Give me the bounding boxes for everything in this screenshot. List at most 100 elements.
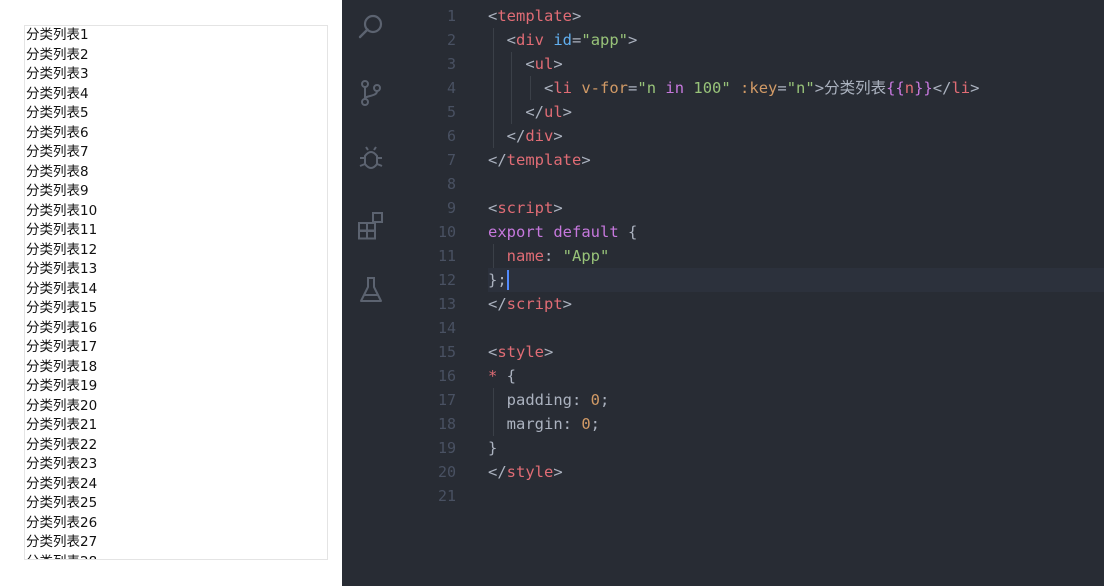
activity-bar <box>342 0 400 586</box>
list-item: 分类列表15 <box>26 300 98 316</box>
code-token: {{ <box>886 79 905 97</box>
line-number: 4 <box>446 79 456 97</box>
source-control-icon[interactable] <box>356 78 386 108</box>
testing-icon[interactable] <box>356 275 386 305</box>
code-token: > <box>553 463 563 481</box>
code-token: > <box>572 7 582 25</box>
code-token: < <box>488 7 498 25</box>
debug-icon[interactable] <box>356 144 386 174</box>
code-line[interactable] <box>488 172 1104 196</box>
code-token: "App" <box>562 247 610 265</box>
code-token: ; <box>600 391 610 409</box>
code-token: :key <box>740 79 778 97</box>
list-item: 分类列表12 <box>26 241 98 258</box>
list-item: 分类列表10 <box>26 202 98 219</box>
search-icon[interactable] <box>356 12 386 42</box>
code-line[interactable]: padding: 0; <box>488 388 1104 412</box>
code-token: n <box>904 79 915 97</box>
list-item: 分类列表16 <box>26 319 98 336</box>
list-item: 分类列表7 <box>26 144 89 160</box>
list-item: 分类列表13 <box>26 261 98 277</box>
code-line[interactable]: margin: 0; <box>488 412 1104 436</box>
code-line[interactable]: } <box>488 436 1104 460</box>
line-number: 8 <box>446 175 456 193</box>
code-line[interactable]: <li v-for="n in 100" :key="n">分类列表{{n}}<… <box>488 76 1104 100</box>
line-number: 13 <box>437 295 456 313</box>
list-item: 分类列表21 <box>26 417 98 433</box>
list-item: 分类列表6 <box>26 124 89 141</box>
code-token: }; <box>488 271 507 289</box>
list-item: 分类列表23 <box>26 456 98 472</box>
indent-guide <box>492 244 494 268</box>
code-line[interactable]: * { <box>488 364 1104 388</box>
code-token: > <box>581 151 591 169</box>
code-token: > <box>562 103 573 121</box>
extensions-icon[interactable] <box>356 210 386 240</box>
code-line[interactable]: <div id="app"> <box>488 28 1104 52</box>
code-line[interactable]: export default { <box>488 220 1104 244</box>
code-token: = <box>572 31 582 49</box>
code-token: </ <box>488 151 507 169</box>
preview-frame: 分类列表1 分类列表2 分类列表3 分类列表4 分类列表5 分类列表6 分类列表7 分类列表8… <box>24 25 328 560</box>
code-line[interactable]: </div> <box>488 124 1104 148</box>
list-item: 分类列表5 <box>26 105 89 121</box>
code-token: style <box>506 463 554 481</box>
code-token: script <box>497 199 554 217</box>
code-line[interactable]: <template> <box>488 4 1104 28</box>
line-number: 15 <box>437 343 456 361</box>
code-token: > <box>970 79 980 97</box>
line-number: 12 <box>437 271 456 289</box>
line-number: 16 <box>437 367 456 385</box>
code-token: ul <box>544 103 563 121</box>
list-item: 分类列表17 <box>26 339 98 355</box>
line-number: 11 <box>437 247 456 265</box>
code-token: div <box>525 127 554 145</box>
code-token: > <box>553 199 563 217</box>
code-token: }} <box>914 79 933 97</box>
code-line[interactable]: </script> <box>488 292 1104 316</box>
line-number: 1 <box>446 7 456 25</box>
code-token: < <box>488 343 498 361</box>
code-token: > <box>814 79 825 97</box>
code-token: "n <box>637 79 666 97</box>
line-number: 2 <box>446 31 456 49</box>
code-token: </ <box>488 463 507 481</box>
list-item: 分类列表24 <box>26 475 98 492</box>
code-token: margin: <box>488 415 582 433</box>
code-line[interactable] <box>488 484 1104 508</box>
code-token: name <box>488 247 544 265</box>
code-line[interactable]: </template> <box>488 148 1104 172</box>
code-line[interactable]: <ul> <box>488 52 1104 76</box>
code-token: ; <box>590 415 601 433</box>
list-item: 分类列表9 <box>26 183 89 199</box>
indent-guide <box>530 76 532 100</box>
list-item: 分类列表20 <box>26 397 98 414</box>
code-token: 0 <box>581 415 591 433</box>
code-token: </ <box>488 103 544 121</box>
line-number: 14 <box>437 319 456 337</box>
code-line[interactable]: }; <box>488 268 1104 292</box>
list-item: 分类列表25 <box>26 495 98 511</box>
code-token: = <box>628 79 638 97</box>
code-token: > <box>544 343 554 361</box>
code-token: : <box>544 247 563 265</box>
line-number: 21 <box>437 487 456 505</box>
line-number: 3 <box>446 55 456 73</box>
code-line[interactable]: <style> <box>488 340 1104 364</box>
code-line[interactable]: name: "App" <box>488 244 1104 268</box>
code-editor[interactable]: 1 2 3 4 5 6 7 8 9 10 11 12 13 14 15 16 17 18 19 20 21 <templ… <box>342 0 1104 586</box>
list-item: 分类列表2 <box>26 46 89 63</box>
code-token: li <box>553 79 572 97</box>
code-line[interactable]: <script> <box>488 196 1104 220</box>
list-item: 分类列表22 <box>26 436 98 453</box>
code-line[interactable]: </style> <box>488 460 1104 484</box>
list-item: 分类列表28 <box>25 553 327 560</box>
code-line[interactable] <box>488 316 1104 340</box>
code-token: padding: <box>488 391 591 409</box>
indent-guide <box>492 28 494 148</box>
code-line[interactable]: </ul> <box>488 100 1104 124</box>
list-item: 分类列表14 <box>26 280 98 297</box>
